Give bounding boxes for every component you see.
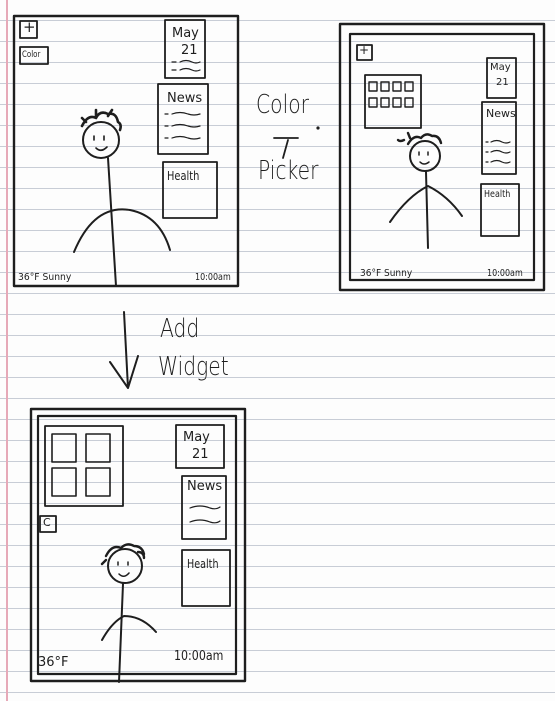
screen2-calendar-day: 21 xyxy=(496,77,509,88)
screen3-health-label: Health xyxy=(187,557,219,571)
color-picker-arrow xyxy=(273,137,299,159)
add-widget-arrow xyxy=(109,311,139,389)
screen1-calendar-month: May xyxy=(172,26,199,41)
screen3-time: 10:00am xyxy=(174,649,224,664)
screen2-news-label: News xyxy=(486,107,516,120)
color-picker-label-line1: Color xyxy=(256,90,309,120)
screen2-plus-label: + xyxy=(359,43,370,57)
color-picker-label-line2: Picker xyxy=(258,156,319,186)
screen2-health-label: Health xyxy=(484,189,511,200)
screen1-time: 10:00am xyxy=(195,272,231,283)
screen3-weather: 36°F xyxy=(38,655,69,670)
screen1-plus-label: + xyxy=(23,18,36,36)
screen3-news-label: News xyxy=(187,479,223,494)
screen3-stick-figure xyxy=(100,543,157,683)
screen1-color-button-label: Color xyxy=(22,50,41,60)
screen3-widget-tiles[interactable] xyxy=(51,433,111,497)
screen3-calendar-day: 21 xyxy=(192,447,209,462)
add-widget-label-line1: Add xyxy=(160,314,200,344)
screen3-calendar-month: May xyxy=(183,430,210,445)
screen1-health-label: Health xyxy=(167,169,200,183)
screen2-stick-figure xyxy=(389,131,463,249)
screen2-frame xyxy=(338,22,546,292)
screen3-small-button-label: C xyxy=(43,516,51,529)
screen1-news-label: News xyxy=(167,91,203,106)
screen3-widget-picker-panel[interactable] xyxy=(44,425,124,507)
screen1-weather: 36°F Sunny xyxy=(18,272,72,283)
screen3-frame xyxy=(29,407,247,683)
screen1-stick-figure xyxy=(73,108,171,287)
screen2-time: 10:00am xyxy=(487,268,523,279)
screen2-weather: 36°F Sunny xyxy=(360,268,413,279)
screen2-calendar-month: May xyxy=(490,62,511,73)
screen2-color-swatches[interactable] xyxy=(368,81,414,108)
add-widget-label-line2: Widget xyxy=(158,352,229,382)
screen1-calendar-day: 21 xyxy=(181,43,198,58)
